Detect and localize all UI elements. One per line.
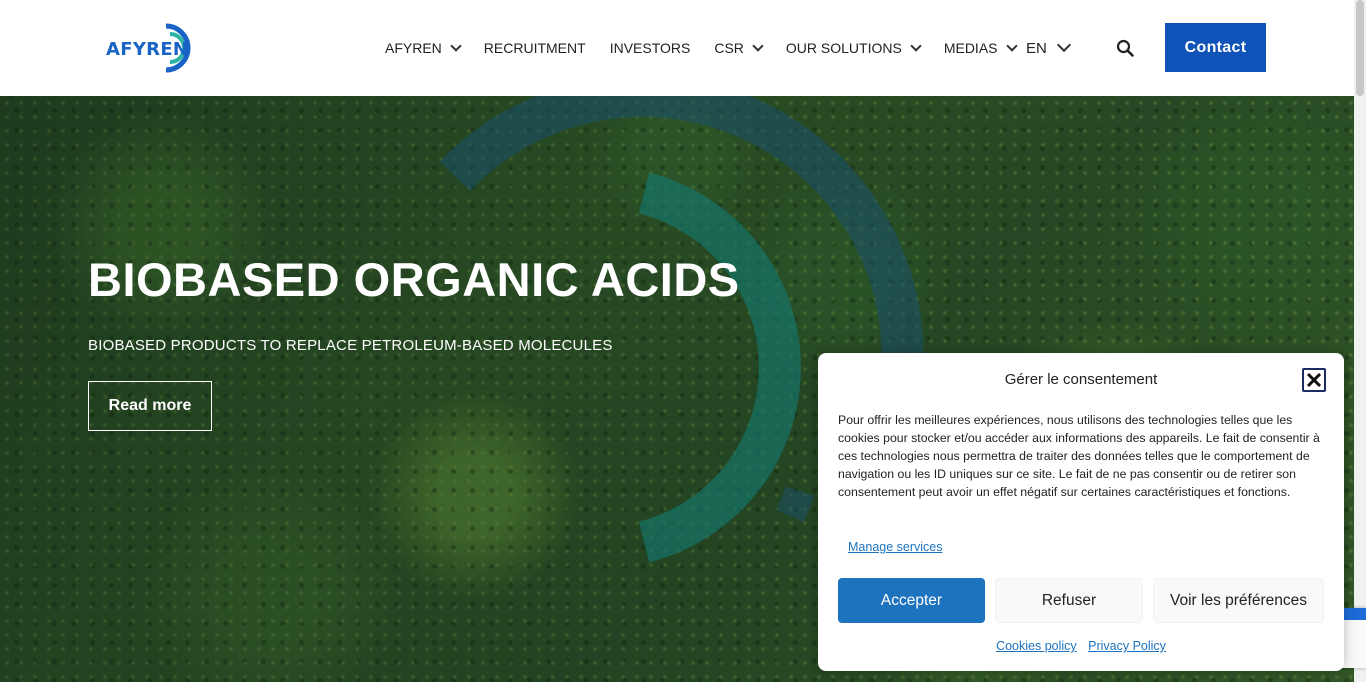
page-scrollbar[interactable] bbox=[1354, 0, 1366, 682]
scrollbar-thumb[interactable] bbox=[1356, 0, 1364, 96]
recaptcha-icon bbox=[1341, 608, 1366, 620]
accept-button[interactable]: Accepter bbox=[838, 578, 985, 623]
manage-services-link[interactable]: Manage services bbox=[848, 540, 943, 554]
nav-item-our-solutions[interactable]: OUR SOLUTIONS bbox=[785, 39, 922, 56]
search-icon[interactable] bbox=[1116, 39, 1134, 57]
privacy-policy-link[interactable]: Privacy Policy bbox=[1088, 639, 1166, 653]
read-more-button[interactable]: Read more bbox=[88, 381, 212, 431]
consent-body: Pour offrir les meilleures expériences, … bbox=[838, 413, 1320, 499]
nav-item-label: OUR SOLUTIONS bbox=[785, 40, 902, 56]
chevron-down-icon bbox=[910, 39, 922, 52]
refuse-button[interactable]: Refuser bbox=[995, 578, 1143, 623]
afyren-logo[interactable]: AFYREN bbox=[106, 22, 212, 74]
chevron-down-icon bbox=[752, 39, 764, 52]
nav-item-medias[interactable]: MEDIAS bbox=[943, 39, 1018, 56]
nav-item-investors[interactable]: INVESTORS bbox=[610, 40, 691, 56]
nav-item-label: CSR bbox=[714, 40, 744, 56]
close-icon[interactable] bbox=[1302, 368, 1326, 392]
nav-item-label: MEDIAS bbox=[943, 40, 998, 56]
language-selector[interactable]: EN bbox=[1026, 0, 1071, 96]
logo-text: AFYREN bbox=[106, 39, 189, 60]
main-nav: AFYREN RECRUITMENT INVESTORS CSR OUR SOL… bbox=[385, 0, 1040, 96]
consent-policy-links: Cookies policy Privacy Policy bbox=[818, 639, 1344, 653]
nav-item-recruitment[interactable]: RECRUITMENT bbox=[484, 40, 586, 56]
hero-subtitle: BIOBASED PRODUCTS TO REPLACE PETROLEUM-B… bbox=[88, 337, 613, 354]
preferences-button[interactable]: Voir les préférences bbox=[1153, 578, 1324, 623]
chevron-down-icon bbox=[1005, 39, 1018, 52]
nav-item-label: RECRUITMENT bbox=[483, 40, 586, 56]
nav-item-afyren[interactable]: AFYREN bbox=[385, 39, 462, 56]
consent-title: Gérer le consentement bbox=[1004, 371, 1158, 388]
consent-dialog: Gérer le consentement Pour offrir les me… bbox=[818, 353, 1344, 671]
nav-item-label: INVESTORS bbox=[609, 40, 691, 56]
nav-item-csr[interactable]: CSR bbox=[714, 39, 764, 56]
site-header: AFYREN AFYREN RECRUITMENT INVESTORS CSR … bbox=[0, 0, 1354, 96]
cookies-policy-link[interactable]: Cookies policy bbox=[996, 639, 1077, 653]
contact-button[interactable]: Contact bbox=[1165, 23, 1266, 72]
nav-item-label: AFYREN bbox=[385, 40, 442, 56]
chevron-down-icon bbox=[450, 39, 462, 52]
language-label: EN bbox=[1026, 39, 1047, 57]
hero-title: BIOBASED ORGANIC ACIDS bbox=[88, 253, 740, 306]
chevron-down-icon bbox=[1056, 37, 1071, 53]
